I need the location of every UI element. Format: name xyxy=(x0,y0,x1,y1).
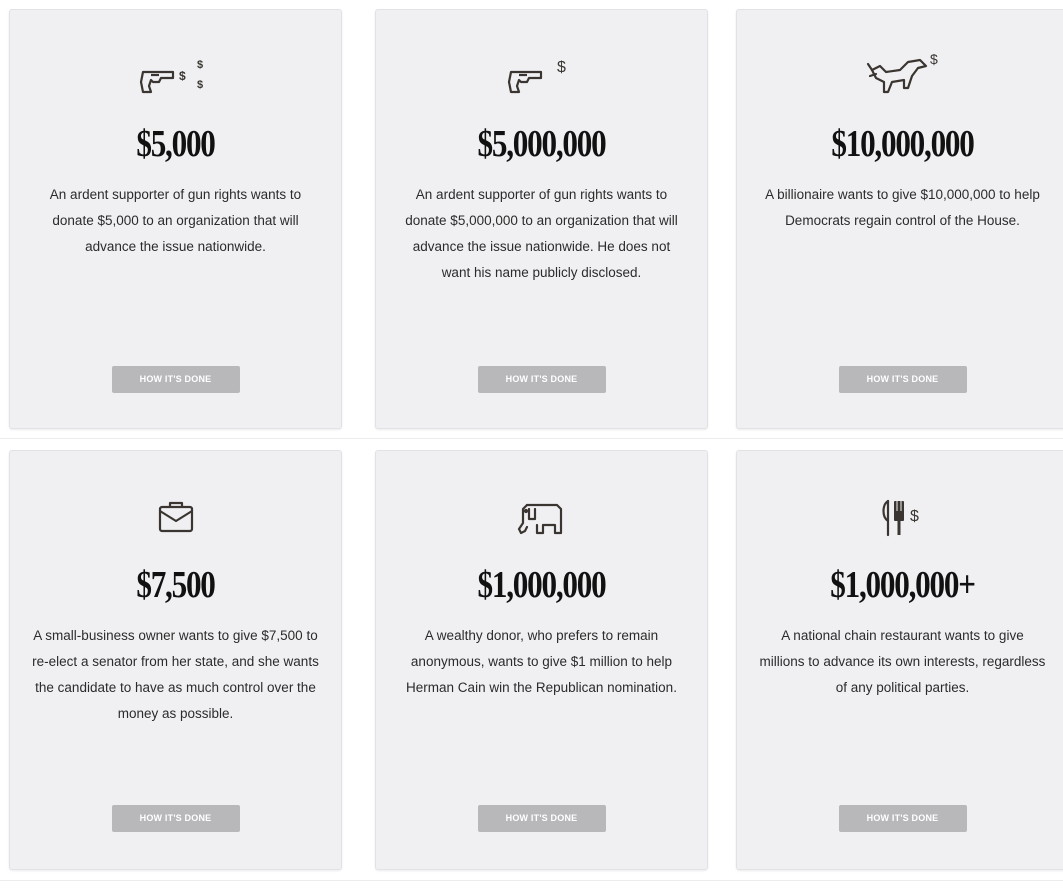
svg-text:$: $ xyxy=(930,51,938,67)
scenario-card-10000000: $ $10,000,000 A billionaire wants to giv… xyxy=(736,9,1063,429)
donation-amount: $5,000 xyxy=(136,123,216,165)
donation-amount: $1,000,000+ xyxy=(830,564,976,606)
svg-text:$: $ xyxy=(197,59,203,71)
donation-amount: $10,000,000 xyxy=(831,123,975,165)
briefcase-icon xyxy=(10,491,341,541)
revolver-coins-icon: $ $ $ xyxy=(10,50,341,100)
scenario-description: A wealthy donor, who prefers to remain a… xyxy=(406,628,677,695)
knife-fork-dollar-icon: $ xyxy=(737,491,1063,541)
bottom-divider xyxy=(0,880,1063,881)
scenario-card-7500: $7,500 A small-business owner wants to g… xyxy=(9,450,342,870)
scenario-card-5000000: $ $5,000,000 An ardent supporter of gun … xyxy=(375,9,708,429)
scenario-description: A small-business owner wants to give $7,… xyxy=(32,628,319,721)
scenario-description: A national chain restaurant wants to giv… xyxy=(759,628,1046,695)
how-its-done-button[interactable]: HOW IT'S DONE xyxy=(111,366,240,393)
how-its-done-button[interactable]: HOW IT'S DONE xyxy=(477,805,606,832)
donation-amount: $7,500 xyxy=(136,564,216,606)
how-its-done-button[interactable]: HOW IT'S DONE xyxy=(838,805,967,832)
scenario-description: An ardent supporter of gun rights wants … xyxy=(405,187,678,280)
svg-text:$: $ xyxy=(197,79,203,91)
scenario-card-1000000: $1,000,000 A wealthy donor, who prefers … xyxy=(375,450,708,870)
how-its-done-button[interactable]: HOW IT'S DONE xyxy=(477,366,606,393)
scenario-description: An ardent supporter of gun rights wants … xyxy=(49,187,302,254)
how-its-done-button[interactable]: HOW IT'S DONE xyxy=(838,366,967,393)
svg-text:$: $ xyxy=(557,59,566,76)
scenario-grid: $ $ $ $5,000 An ardent supporter of gun … xyxy=(0,0,1063,888)
row-divider xyxy=(0,438,1063,439)
scenario-card-5000: $ $ $ $5,000 An ardent supporter of gun … xyxy=(9,9,342,429)
elephant-icon xyxy=(376,491,707,541)
scenario-description: A billionaire wants to give $10,000,000 … xyxy=(765,187,1040,228)
svg-text:$: $ xyxy=(179,69,186,83)
donation-amount: $1,000,000 xyxy=(477,564,607,606)
scenario-card-1000000-plus: $ $1,000,000+ A national chain restauran… xyxy=(736,450,1063,870)
svg-text:$: $ xyxy=(910,508,919,525)
donkey-dollar-icon: $ xyxy=(737,50,1063,100)
revolver-dollar-icon: $ xyxy=(376,50,707,100)
how-its-done-button[interactable]: HOW IT'S DONE xyxy=(111,805,240,832)
donation-amount: $5,000,000 xyxy=(477,123,607,165)
